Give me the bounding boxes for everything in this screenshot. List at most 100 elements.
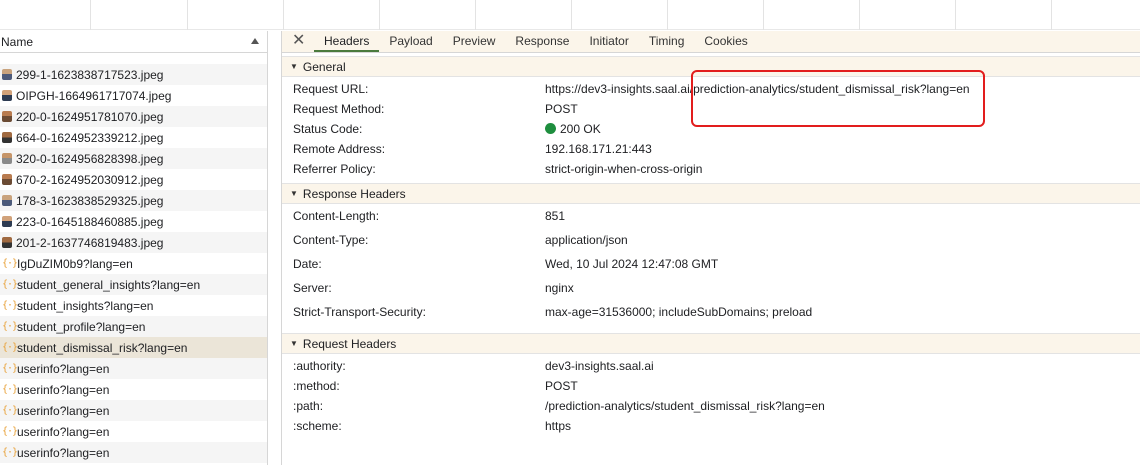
image-thumbnail-icon xyxy=(2,174,12,185)
tab-cookies[interactable]: Cookies xyxy=(694,31,757,52)
header-value[interactable]: 851 xyxy=(545,209,565,223)
header-key: :method: xyxy=(293,379,340,393)
request-name: userinfo?lang=en xyxy=(17,424,110,439)
header-key: Date: xyxy=(293,257,322,271)
header-row: Request Method: POST xyxy=(282,99,1140,119)
request-name: 664-0-1624952339212.jpeg xyxy=(16,130,164,145)
request-headers-section-header[interactable]: ▼ Request Headers xyxy=(282,333,1140,354)
name-column-header[interactable]: Name xyxy=(0,31,267,53)
tab-payload[interactable]: Payload xyxy=(379,31,442,52)
request-list-item[interactable]: 670-2-1624952030912.jpeg xyxy=(0,169,267,190)
request-list-item[interactable]: {·} student_general_insights?lang=en xyxy=(0,274,267,295)
header-value[interactable]: 192.168.171.21:443 xyxy=(545,142,652,156)
header-row: Date: Wed, 10 Jul 2024 12:47:08 GMT xyxy=(282,254,1140,278)
header-key: :path: xyxy=(293,399,324,413)
request-name: 178-3-1623838529325.jpeg xyxy=(16,193,164,208)
header-value[interactable]: nginx xyxy=(545,281,574,295)
header-key: Request URL: xyxy=(293,82,369,96)
request-list: 299-1-1623838717523.jpeg OIPGH-1664961717… xyxy=(0,64,267,463)
request-headers-title: Request Headers xyxy=(302,336,397,351)
panel-divider[interactable] xyxy=(268,31,282,465)
grid-line xyxy=(187,0,188,30)
waterfall-overview xyxy=(0,0,1140,30)
request-list-item[interactable]: {·} student_dismissal_risk?lang=en xyxy=(0,337,267,358)
request-list-item[interactable]: {·} userinfo?lang=en xyxy=(0,358,267,379)
request-list-item[interactable]: 223-0-1645188460885.jpeg xyxy=(0,211,267,232)
request-list-item[interactable]: {·} student_insights?lang=en xyxy=(0,295,267,316)
request-list-item[interactable]: 320-0-1624956828398.jpeg xyxy=(0,148,267,169)
request-name: 201-2-1637746819483.jpeg xyxy=(16,235,164,250)
header-value[interactable]: max-age=31536000; includeSubDomains; pre… xyxy=(545,305,812,319)
header-value-text: max-age=31536000; includeSubDomains; pre… xyxy=(545,305,813,319)
header-key: Referrer Policy: xyxy=(293,162,376,176)
request-details-panel: ✕ Headers Payload Preview Response Initiator… xyxy=(282,31,1140,465)
xhr-fetch-icon: {·} xyxy=(2,363,18,374)
header-value[interactable]: application/json xyxy=(545,233,628,247)
expand-caret-icon: ▼ xyxy=(290,189,298,198)
header-value[interactable]: dev3-insights.saal.ai xyxy=(545,359,654,373)
header-value-text: application/json xyxy=(545,233,628,247)
header-value-text: https://dev3-insights.saal.ai/prediction… xyxy=(545,82,970,96)
header-value[interactable]: 200 OK xyxy=(545,122,601,136)
header-value[interactable]: https xyxy=(545,419,571,433)
expand-caret-icon: ▼ xyxy=(290,62,298,71)
tab-timing[interactable]: Timing xyxy=(639,31,695,52)
grid-line xyxy=(571,0,572,30)
image-thumbnail-icon xyxy=(2,216,12,227)
header-value[interactable]: POST xyxy=(545,379,578,393)
tab-list: Headers Payload Preview Response Initiator Ti… xyxy=(314,31,758,52)
grid-line xyxy=(283,0,284,30)
header-row: :method: POST xyxy=(282,376,1140,396)
header-value[interactable]: strict-origin-when-cross-origin xyxy=(545,162,702,176)
header-value[interactable]: POST xyxy=(545,102,578,116)
grid-line xyxy=(475,0,476,30)
header-key: Content-Length: xyxy=(293,209,380,223)
response-headers-section-header[interactable]: ▼ Response Headers xyxy=(282,183,1140,204)
header-row: Server: nginx xyxy=(282,278,1140,302)
request-list-item[interactable]: {·} userinfo?lang=en xyxy=(0,379,267,400)
tab-preview[interactable]: Preview xyxy=(443,31,506,52)
header-key: :scheme: xyxy=(293,419,342,433)
xhr-fetch-icon: {·} xyxy=(2,405,18,416)
general-section-header[interactable]: ▼ General xyxy=(282,56,1140,77)
request-list-item[interactable]: {·} userinfo?lang=en xyxy=(0,400,267,421)
status-ok-icon xyxy=(545,123,556,134)
header-row: :authority: dev3-insights.saal.ai xyxy=(282,356,1140,376)
header-row: Referrer Policy: strict-origin-when-cross… xyxy=(282,159,1140,179)
request-list-item[interactable]: 299-1-1623838717523.jpeg xyxy=(0,64,267,85)
header-value-text: POST xyxy=(545,102,578,116)
tab-initiator[interactable]: Initiator xyxy=(579,31,638,52)
request-list-item[interactable]: {·} userinfo?lang=en xyxy=(0,421,267,442)
image-thumbnail-icon xyxy=(2,153,12,164)
tab-headers[interactable]: Headers xyxy=(314,31,380,52)
request-list-item[interactable]: 220-0-1624951781070.jpeg xyxy=(0,106,267,127)
image-thumbnail-icon xyxy=(2,111,12,122)
request-name: userinfo?lang=en xyxy=(17,382,110,397)
header-value-text: /prediction-analytics/student_dismissal_… xyxy=(545,399,825,413)
sort-ascending-icon[interactable] xyxy=(251,38,259,44)
header-value-text: 200 OK xyxy=(560,122,601,136)
header-value-text: Wed, 10 Jul 2024 12:47:08 GMT xyxy=(545,257,719,271)
header-value[interactable]: /prediction-analytics/student_dismissal_… xyxy=(545,399,825,413)
close-icon[interactable]: ✕ xyxy=(292,31,314,52)
header-row: Request URL: https://dev3-insights.saal.a… xyxy=(282,79,1140,99)
request-list-item[interactable]: {·} userinfo?lang=en xyxy=(0,442,267,463)
header-value[interactable]: Wed, 10 Jul 2024 12:47:08 GMT xyxy=(545,257,718,271)
request-list-item[interactable]: 201-2-1637746819483.jpeg xyxy=(0,232,267,253)
request-list-item[interactable]: OIPGH-1664961717074.jpeg xyxy=(0,85,267,106)
request-list-item[interactable]: {·} IgDuZIM0b9?lang=en xyxy=(0,253,267,274)
header-value[interactable]: https://dev3-insights.saal.ai/prediction… xyxy=(545,82,970,96)
request-list-item[interactable]: 178-3-1623838529325.jpeg xyxy=(0,190,267,211)
grid-line xyxy=(379,0,380,30)
grid-line xyxy=(667,0,668,30)
header-key: Remote Address: xyxy=(293,142,386,156)
general-section: Request URL: https://dev3-insights.saal.a… xyxy=(282,77,1140,179)
expand-caret-icon: ▼ xyxy=(290,339,298,348)
request-list-item[interactable]: 664-0-1624952339212.jpeg xyxy=(0,127,267,148)
xhr-fetch-icon: {·} xyxy=(2,321,18,332)
tab-response[interactable]: Response xyxy=(505,31,579,52)
request-list-item[interactable]: {·} student_profile?lang=en xyxy=(0,316,267,337)
request-name: student_insights?lang=en xyxy=(17,298,154,313)
request-name: 223-0-1645188460885.jpeg xyxy=(16,214,164,229)
request-name: 299-1-1623838717523.jpeg xyxy=(16,67,164,82)
